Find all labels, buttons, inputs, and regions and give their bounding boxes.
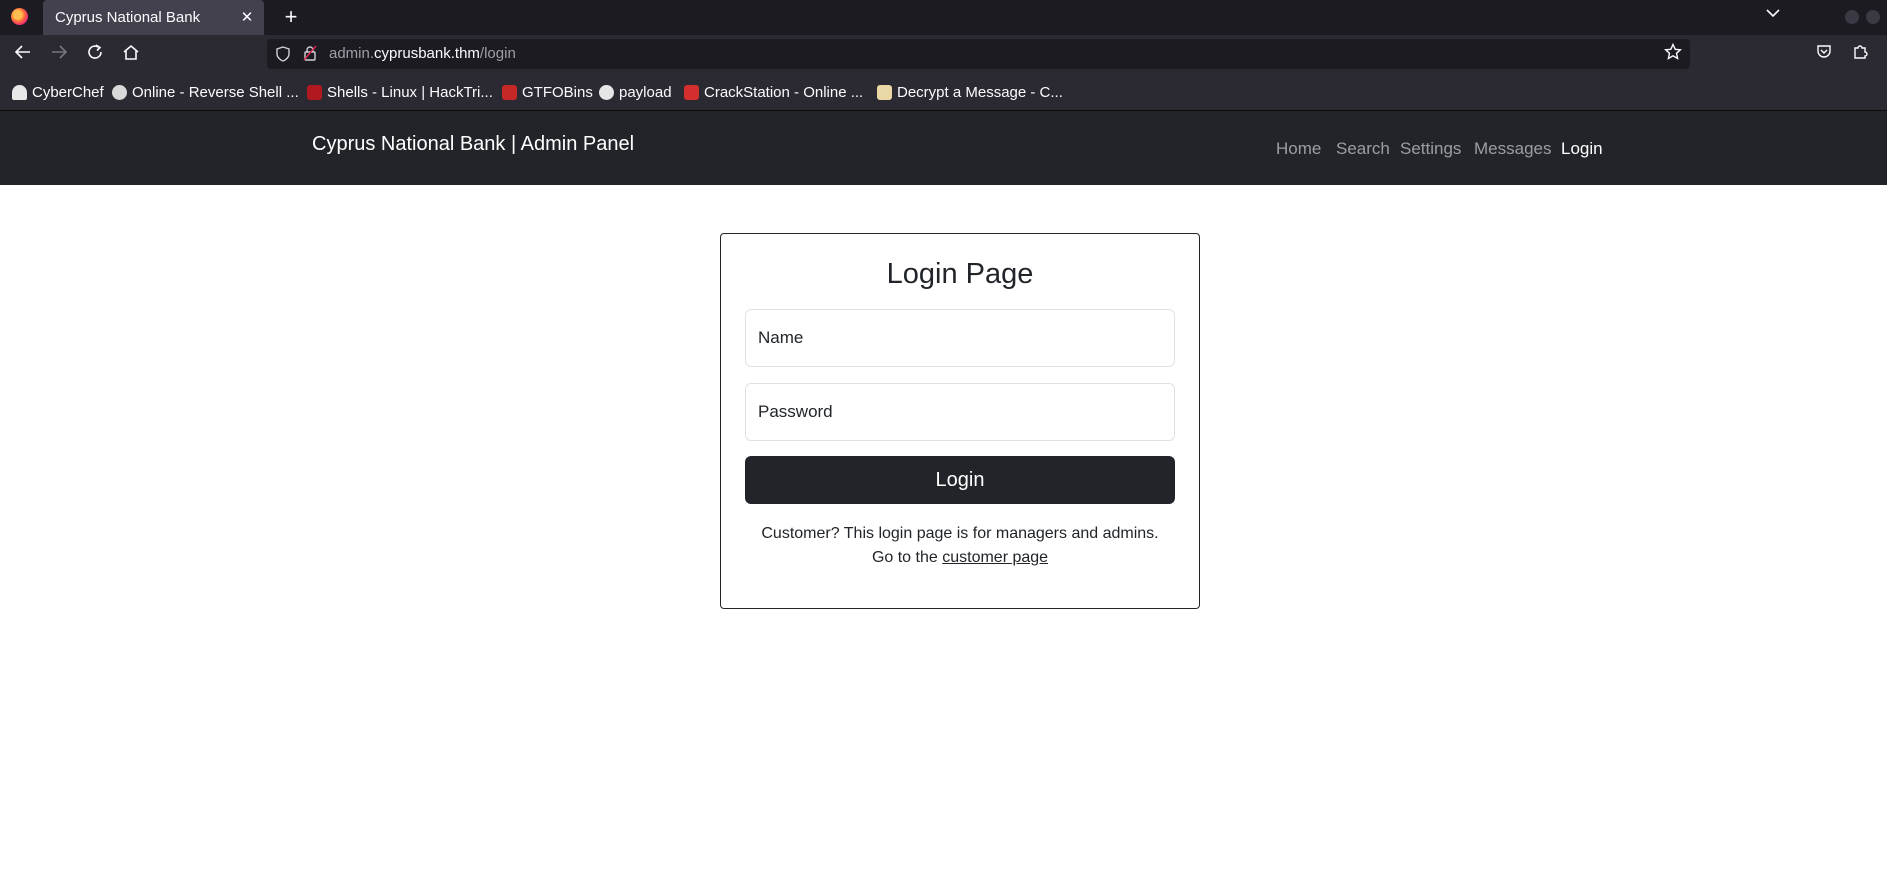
password-input[interactable]: [745, 383, 1175, 441]
name-input[interactable]: [745, 309, 1175, 367]
bookmarks-toolbar: CyberChef Online - Reverse Shell ... She…: [0, 74, 1887, 111]
extensions-puzzle-icon[interactable]: [1850, 43, 1870, 64]
browser-tabstrip: Cyprus National Bank ✕ +: [0, 0, 1887, 35]
firefox-logo-icon: [11, 8, 28, 25]
help-line: Customer? This login page is for manager…: [761, 525, 1159, 542]
bookmark-label: Online - Reverse Shell ...: [132, 84, 299, 101]
back-arrow-icon[interactable]: [12, 43, 34, 65]
tracking-protection-shield-icon[interactable]: [276, 46, 290, 65]
pocket-icon[interactable]: [1814, 43, 1834, 64]
bookmark-hacktricks[interactable]: Shells - Linux | HackTri...: [307, 84, 493, 101]
tab-title: Cyprus National Bank: [55, 9, 201, 26]
bookmark-label: CrackStation - Online ...: [704, 84, 864, 101]
nav-link-settings[interactable]: Settings: [1400, 139, 1461, 159]
bookmark-gtfobins[interactable]: GTFOBins: [502, 84, 593, 101]
tab-list-chevron-icon[interactable]: [1766, 5, 1780, 21]
login-card: Login Page Login Customer? This login pa…: [720, 233, 1200, 609]
forward-arrow-icon[interactable]: [48, 43, 70, 65]
bookmark-label: CyberChef: [32, 84, 104, 101]
url-text[interactable]: admin.cyprusbank.thm/login: [329, 45, 516, 62]
skull-icon: [112, 85, 127, 100]
chef-hat-icon: [12, 85, 27, 100]
login-button[interactable]: Login: [745, 456, 1175, 504]
help-prefix: Go to the: [871, 549, 938, 566]
bookmark-crackstation[interactable]: CrackStation - Online ...: [684, 84, 863, 101]
new-tab-button[interactable]: +: [279, 5, 303, 29]
envelope-icon: [877, 85, 892, 100]
nav-link-search[interactable]: Search: [1336, 139, 1390, 159]
window-minimize-button[interactable]: [1845, 10, 1859, 24]
nav-link-home[interactable]: Home: [1276, 139, 1321, 159]
nav-link-login[interactable]: Login: [1561, 139, 1603, 159]
browser-toolbar: admin.cyprusbank.thm/login: [0, 35, 1887, 74]
address-bar[interactable]: admin.cyprusbank.thm/login: [267, 39, 1690, 69]
crackstation-icon: [684, 85, 699, 100]
nav-link-messages[interactable]: Messages: [1474, 139, 1551, 159]
github-icon: [599, 85, 614, 100]
bookmark-label: Decrypt a Message - C...: [897, 84, 1063, 101]
url-subdomain: admin.: [329, 45, 375, 62]
reload-icon[interactable]: [84, 43, 106, 65]
site-navbar: Cyprus National Bank | Admin Panel Home …: [0, 111, 1887, 185]
bookmark-reverse-shell[interactable]: Online - Reverse Shell ...: [112, 84, 299, 101]
url-domain: cyprusbank.thm: [374, 45, 480, 62]
bookmark-star-icon[interactable]: [1663, 42, 1683, 66]
bookmark-cyberchef[interactable]: CyberChef: [12, 84, 104, 101]
hacktricks-icon: [307, 85, 322, 100]
customer-page-link[interactable]: customer page: [942, 549, 1048, 566]
browser-tab-active[interactable]: Cyprus National Bank ✕: [43, 0, 264, 35]
page-title: Login Page: [886, 258, 1034, 290]
site-brand[interactable]: Cyprus National Bank | Admin Panel: [312, 133, 634, 156]
help-line-2: Go to the customer page: [721, 546, 1199, 570]
bookmark-label: Shells - Linux | HackTri...: [327, 84, 493, 101]
insecure-lock-icon[interactable]: [303, 45, 317, 64]
bookmark-payload[interactable]: payload: [599, 84, 672, 101]
customer-help-text: Customer? This login page is for manager…: [721, 522, 1199, 570]
bookmark-label: payload: [619, 84, 672, 101]
gtfobins-icon: [502, 85, 517, 100]
url-path: /login: [479, 45, 516, 62]
bookmark-label: GTFOBins: [522, 84, 593, 101]
home-icon[interactable]: [120, 43, 142, 65]
bookmark-decrypt-message[interactable]: Decrypt a Message - C...: [877, 84, 1063, 101]
tab-close-icon[interactable]: ✕: [238, 8, 256, 26]
window-close-button[interactable]: [1866, 10, 1880, 24]
